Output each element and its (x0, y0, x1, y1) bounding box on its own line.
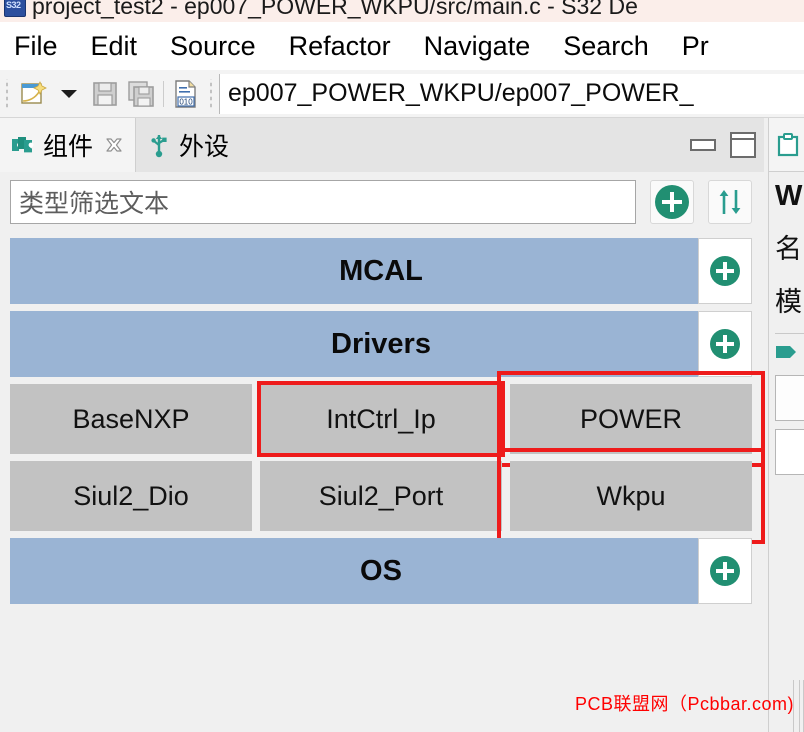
component-tile-siul2-port[interactable]: Siul2_Port (260, 461, 502, 531)
overview-field-name: 名 (775, 234, 802, 264)
components-view: 组件 外设 类型筛选文本 MCAL Drivers BaseNXP IntCtr… (0, 118, 765, 732)
view-controls (690, 118, 756, 172)
tab-components[interactable]: 组件 (0, 118, 137, 172)
group-header-mcal[interactable]: MCAL (10, 238, 752, 304)
peripherals-usb-icon (146, 132, 172, 158)
component-tile-intctrl-ip[interactable]: IntCtrl_Ip (257, 381, 505, 457)
group-label-drivers: Drivers (331, 327, 431, 360)
menu-item-refactor[interactable]: Refactor (289, 31, 391, 62)
overview-panel-body: W 名 模 (769, 172, 804, 475)
tile-row: BaseNXP IntCtrl_Ip POWER (10, 371, 765, 467)
overview-title: W (775, 180, 803, 212)
new-file-icon (21, 80, 47, 104)
group-label-mcal: MCAL (339, 254, 423, 287)
overview-panel: W 名 模 (768, 118, 804, 732)
new-file-button[interactable] (15, 76, 51, 112)
component-tile-wkpu[interactable]: Wkpu (497, 448, 765, 544)
tag-icon (776, 346, 796, 358)
add-icon (710, 329, 740, 359)
close-icon[interactable] (103, 134, 125, 156)
view-tab-row: 组件 外设 (0, 118, 764, 172)
save-all-icon (128, 80, 154, 107)
overview-icon (777, 132, 799, 156)
component-tile-siul2-dio[interactable]: Siul2_Dio (10, 461, 252, 531)
s32ds-app-icon (4, 0, 26, 17)
group-label-os: OS (360, 554, 402, 587)
save-icon (93, 81, 117, 106)
minimize-icon[interactable] (690, 139, 716, 151)
tab-peripherals[interactable]: 外设 (136, 118, 239, 172)
components-icon (10, 132, 36, 158)
new-file-dropdown-button[interactable] (51, 76, 87, 112)
add-icon (710, 256, 740, 286)
sort-button[interactable] (708, 180, 752, 224)
menu-item-edit[interactable]: Edit (91, 31, 138, 62)
save-button[interactable] (87, 76, 123, 112)
title-bar: project_test2 - ep007_POWER_WKPU/src/mai… (0, 0, 804, 22)
breadcrumb[interactable]: ep007_POWER_WKPU/ep007_POWER_ (219, 73, 804, 114)
group-header-drivers[interactable]: Drivers (10, 311, 752, 377)
overview-panel-tab[interactable] (769, 118, 804, 172)
group-header-os[interactable]: OS (10, 538, 752, 604)
menu-bar: File Edit Source Refactor Navigate Searc… (0, 22, 804, 70)
toolbar-grip-2[interactable] (208, 78, 215, 109)
svg-text:010: 010 (179, 97, 193, 106)
scrollbar-marks[interactable] (774, 680, 804, 732)
tile-row: Siul2_Dio Siul2_Port Wkpu (10, 448, 765, 544)
save-all-button[interactable] (123, 76, 159, 112)
chevron-down-icon (61, 89, 77, 98)
add-mcal-button[interactable] (698, 238, 752, 304)
window-title: project_test2 - ep007_POWER_WKPU/src/mai… (32, 0, 638, 19)
add-os-button[interactable] (698, 538, 752, 604)
overview-box-2 (775, 429, 804, 475)
component-groups: MCAL Drivers BaseNXP IntCtrl_Ip POWER Si… (10, 238, 765, 604)
add-drivers-button[interactable] (698, 311, 752, 377)
overview-field-module: 模 (775, 287, 802, 317)
menu-item-source[interactable]: Source (170, 31, 256, 62)
watermark: PCB联盟网（Pcbbar.com) (574, 694, 794, 714)
menu-item-search[interactable]: Search (563, 31, 649, 62)
menu-item-project[interactable]: Pr (682, 31, 709, 62)
binary-file-button[interactable]: 010 (168, 76, 204, 112)
add-component-icon (655, 185, 689, 219)
maximize-icon[interactable] (730, 132, 756, 158)
filter-row: 类型筛选文本 (0, 172, 764, 232)
search-input[interactable]: 类型筛选文本 (10, 180, 636, 224)
sort-arrows-icon (719, 190, 741, 214)
component-tile-power[interactable]: POWER (497, 371, 765, 467)
component-tile-basenxp[interactable]: BaseNXP (10, 384, 252, 454)
toolbar: 010 ep007_POWER_WKPU/ep007_POWER_ (0, 70, 804, 118)
toolbar-grip[interactable] (4, 78, 11, 109)
add-component-button[interactable] (650, 180, 694, 224)
overview-box-1 (775, 375, 804, 421)
add-icon (710, 556, 740, 586)
application-window: project_test2 - ep007_POWER_WKPU/src/mai… (0, 0, 804, 732)
menu-item-file[interactable]: File (14, 31, 58, 62)
toolbar-separator (163, 80, 164, 107)
tab-components-label: 组件 (43, 133, 94, 161)
menu-item-navigate[interactable]: Navigate (424, 31, 531, 62)
binary-file-icon: 010 (175, 79, 196, 108)
overview-divider (775, 333, 804, 334)
tab-peripherals-label: 外设 (179, 133, 230, 161)
